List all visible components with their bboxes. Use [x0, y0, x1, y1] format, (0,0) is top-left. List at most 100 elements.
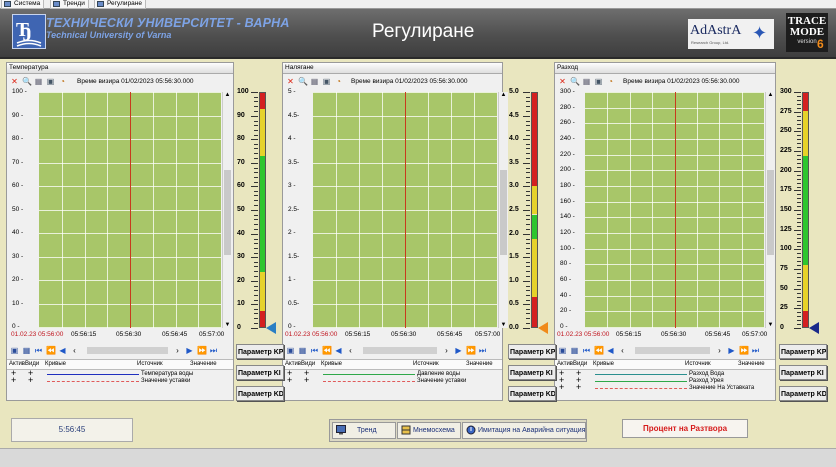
fast-forward-icon[interactable]: ⏩ — [739, 346, 749, 355]
grid-toggle-icon[interactable]: ▦ — [570, 346, 579, 355]
skip-end-icon[interactable]: ⏭ — [209, 346, 218, 355]
zoom-icon[interactable]: 🔍 — [570, 77, 580, 86]
fast-back-icon[interactable]: ⏪ — [322, 346, 332, 355]
trend-plot-area[interactable] — [39, 92, 221, 328]
param-ki-button[interactable]: Параметр KI — [508, 365, 556, 380]
step-back-icon[interactable]: ◀ — [58, 346, 67, 355]
tab-control[interactable]: Регулиране — [94, 0, 147, 9]
skip-end-icon[interactable]: ⏭ — [478, 346, 487, 355]
time-scroll-track[interactable] — [363, 347, 437, 354]
gauge-minor-tick — [526, 125, 530, 126]
scroll-right-icon[interactable]: › — [715, 346, 724, 355]
chevron-down-icon[interactable]: ▼ — [766, 322, 775, 328]
legend-row[interactable]: + + Значение уставки — [283, 375, 502, 385]
tab-system-icon — [4, 1, 11, 7]
trend-vertical-scrollbar[interactable]: ▲ ▼ — [765, 92, 775, 328]
save-icon[interactable]: ▣ — [594, 77, 603, 86]
active-toggle-icon[interactable]: + — [287, 375, 292, 385]
active-toggle-icon[interactable]: + — [559, 382, 564, 392]
step-forward-icon[interactable]: ▶ — [185, 346, 194, 355]
zoom-icon[interactable]: 🔍 — [22, 77, 32, 86]
legend-row[interactable]: + + Значение На Уставката — [555, 382, 775, 392]
zoom-icon[interactable]: 🔍 — [298, 77, 308, 86]
scroll-left-icon[interactable]: ‹ — [70, 346, 79, 355]
grid-toggle-icon[interactable]: ▦ — [22, 346, 31, 355]
param-kp-button[interactable]: Параметр KP — [236, 344, 284, 359]
gauge-minor-tick — [797, 297, 801, 298]
calendar-icon[interactable]: ▣ — [10, 346, 19, 355]
scroll-left-icon[interactable]: ‹ — [346, 346, 355, 355]
trend-plot-area[interactable] — [313, 92, 497, 328]
legend-row[interactable]: + + Разход Урея — [555, 375, 775, 385]
param-ki-button[interactable]: Параметр KI — [236, 365, 284, 380]
time-cursor-line[interactable] — [405, 92, 406, 328]
calendar-icon[interactable]: ▣ — [286, 346, 295, 355]
scroll-left-icon[interactable]: ‹ — [618, 346, 627, 355]
clock-icon[interactable]: ◔ — [334, 77, 343, 86]
grid-icon[interactable]: ▦ — [310, 77, 319, 86]
emergency-sim-button[interactable]: Имитация на Аварийна ситуация — [462, 422, 586, 439]
scroll-thumb[interactable] — [767, 170, 774, 255]
scroll-right-icon[interactable]: › — [173, 346, 182, 355]
step-back-icon[interactable]: ◀ — [606, 346, 615, 355]
tab-trends[interactable]: Тренди — [50, 0, 89, 9]
gauge-scale-label: 30 — [237, 253, 245, 260]
gauge-major-tick — [523, 116, 530, 117]
clock-icon[interactable]: ◔ — [58, 77, 67, 86]
legend-row[interactable]: + + Значение уставки — [7, 375, 233, 385]
legend-row[interactable]: + + Температура воды — [7, 368, 233, 378]
skip-start-icon[interactable]: ⏮ — [34, 346, 43, 355]
fast-forward-icon[interactable]: ⏩ — [466, 346, 476, 355]
param-kp-button[interactable]: Параметр KP — [508, 344, 556, 359]
trend-button[interactable]: Тренд — [332, 422, 396, 439]
scroll-thumb[interactable] — [500, 170, 507, 255]
tab-system[interactable]: Система — [1, 0, 45, 9]
time-scroll-track[interactable] — [87, 347, 168, 354]
legend-row[interactable]: + + Давление воды — [283, 368, 502, 378]
scroll-right-icon[interactable]: › — [442, 346, 451, 355]
visible-toggle-icon[interactable]: + — [28, 375, 33, 385]
skip-end-icon[interactable]: ⏭ — [751, 346, 760, 355]
solution-percent-button[interactable]: Процент на Разтвора — [622, 419, 748, 438]
param-kd-button[interactable]: Параметр KD — [779, 386, 827, 401]
grid-toggle-icon[interactable]: ▦ — [298, 346, 307, 355]
fast-back-icon[interactable]: ⏪ — [594, 346, 604, 355]
legend-row[interactable]: + + Разход Вода — [555, 368, 775, 378]
step-forward-icon[interactable]: ▶ — [727, 346, 736, 355]
step-forward-icon[interactable]: ▶ — [454, 346, 463, 355]
time-cursor-line[interactable] — [675, 92, 676, 328]
fast-forward-icon[interactable]: ⏩ — [197, 346, 207, 355]
param-ki-button[interactable]: Параметр KI — [779, 365, 827, 380]
calendar-icon[interactable]: ▣ — [558, 346, 567, 355]
time-cursor-line[interactable] — [130, 92, 131, 328]
save-icon[interactable]: ▣ — [322, 77, 331, 86]
param-kp-button[interactable]: Параметр KP — [779, 344, 827, 359]
grid-icon[interactable]: ▦ — [582, 77, 591, 86]
param-kd-button[interactable]: Параметр KD — [236, 386, 284, 401]
step-back-icon[interactable]: ◀ — [334, 346, 343, 355]
param-kd-button[interactable]: Параметр KD — [508, 386, 556, 401]
chevron-up-icon[interactable]: ▲ — [766, 92, 775, 98]
gauge-scale-label: 75 — [780, 265, 788, 272]
scroll-thumb[interactable] — [224, 170, 231, 255]
visible-toggle-icon[interactable]: + — [304, 375, 309, 385]
grid-icon[interactable]: ▦ — [34, 77, 43, 86]
visible-toggle-icon[interactable]: + — [576, 382, 581, 392]
close-icon[interactable]: ✕ — [10, 77, 19, 86]
active-toggle-icon[interactable]: + — [11, 375, 16, 385]
close-icon[interactable]: ✕ — [286, 77, 295, 86]
chevron-up-icon[interactable]: ▲ — [223, 92, 232, 98]
trend-vertical-scrollbar[interactable]: ▲ ▼ — [222, 92, 232, 328]
mnemonic-button[interactable]: Мнемосхема — [397, 422, 461, 439]
fast-back-icon[interactable]: ⏪ — [46, 346, 56, 355]
close-icon[interactable]: ✕ — [558, 77, 567, 86]
time-scroll-track[interactable] — [635, 347, 710, 354]
skip-start-icon[interactable]: ⏮ — [310, 346, 319, 355]
level-gauge: 5.0 4.5 4.0 3.5 3.0 2.5 2.0 1.5 1.0 0.5 0.0 — [507, 88, 548, 334]
skip-start-icon[interactable]: ⏮ — [582, 346, 591, 355]
save-icon[interactable]: ▣ — [46, 77, 55, 86]
chevron-down-icon[interactable]: ▼ — [223, 322, 232, 328]
clock-icon[interactable]: ◔ — [606, 77, 615, 86]
gauge-scale-label: 2.5 — [509, 206, 519, 213]
trend-plot-area[interactable] — [585, 92, 764, 328]
